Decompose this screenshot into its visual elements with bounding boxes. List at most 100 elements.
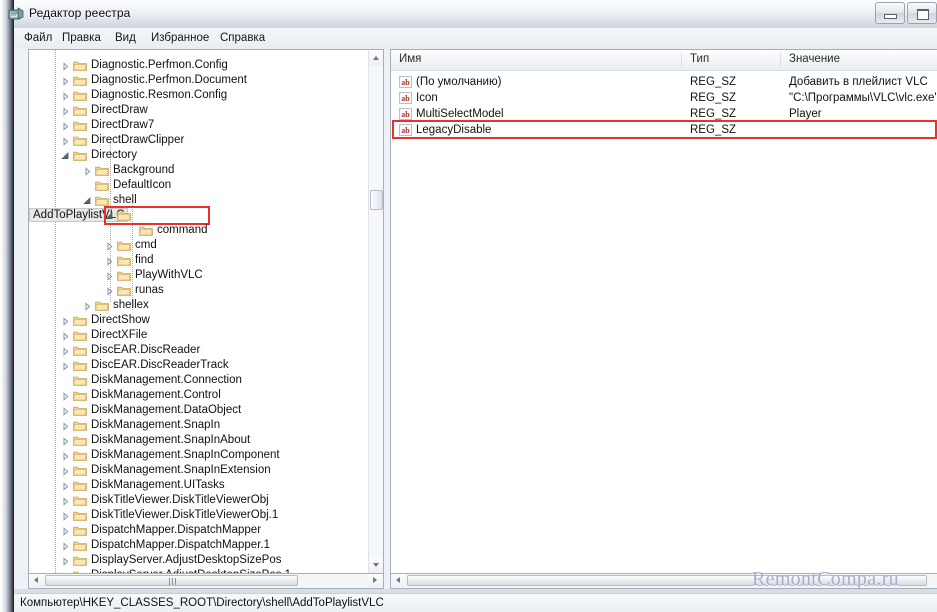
- values-hscroll-left-button[interactable]: [391, 574, 406, 587]
- expand-arrow-icon[interactable]: [61, 436, 70, 446]
- expand-arrow-icon[interactable]: [105, 286, 114, 296]
- minimize-button[interactable]: [875, 2, 905, 24]
- tree-node[interactable]: DirectDraw: [29, 103, 369, 118]
- tree-scroll-down-button[interactable]: [369, 557, 383, 573]
- expand-arrow-icon[interactable]: [61, 511, 70, 521]
- collapse-arrow-icon[interactable]: [105, 211, 114, 220]
- tree-node-label: find: [135, 254, 154, 266]
- tree-node[interactable]: DiskManagement.SnapIn: [29, 418, 369, 433]
- tree-node[interactable]: DiskManagement.DataObject: [29, 403, 369, 418]
- tree-node[interactable]: PlayWithVLC: [29, 268, 369, 283]
- tree-hscroll-right-button[interactable]: [368, 574, 383, 587]
- tree-horizontal-scrollbar[interactable]: [28, 574, 384, 589]
- tree-node[interactable]: shellex: [29, 298, 369, 313]
- value-row[interactable]: ab LegacyDisable REG_SZ: [391, 122, 937, 138]
- menu-item-view[interactable]: Вид: [111, 31, 140, 45]
- expand-arrow-icon[interactable]: [61, 526, 70, 536]
- tree-scroll-up-button[interactable]: [369, 50, 383, 66]
- value-row[interactable]: ab Icon REG_SZ "C:\Программы\VLC\vlc.exe",0: [391, 90, 937, 106]
- expand-arrow-icon[interactable]: [61, 391, 70, 401]
- expand-arrow-icon[interactable]: [83, 166, 92, 176]
- tree-node[interactable]: command: [29, 223, 369, 238]
- menu-item-favorites[interactable]: Избранное: [147, 31, 213, 45]
- folder-icon: [73, 390, 87, 401]
- expand-arrow-icon[interactable]: [61, 466, 70, 476]
- expand-arrow-icon[interactable]: [61, 316, 70, 326]
- expand-arrow-icon[interactable]: [61, 106, 70, 116]
- tree-node[interactable]: DisplayServer.AdjustDesktopSizePos.1: [29, 568, 369, 573]
- column-header-type[interactable]: Тип: [690, 53, 709, 65]
- tree-node[interactable]: DiskManagement.SnapInExtension: [29, 463, 369, 478]
- tree-node[interactable]: DirectDraw7: [29, 118, 369, 133]
- tree-node[interactable]: runas: [29, 283, 369, 298]
- column-separator-2[interactable]: [780, 52, 781, 68]
- folder-icon: [73, 495, 87, 506]
- tree-node[interactable]: DispatchMapper.DispatchMapper: [29, 523, 369, 538]
- registry-key-tree[interactable]: Diagnostic.Perfmon.Config Diagnostic.Perf…: [28, 49, 384, 574]
- expand-arrow-icon[interactable]: [61, 76, 70, 86]
- collapse-arrow-icon[interactable]: [61, 151, 70, 160]
- tree-node[interactable]: Diagnostic.Perfmon.Document: [29, 73, 369, 88]
- tree-hscroll-thumb[interactable]: [45, 575, 298, 586]
- column-header-name[interactable]: Имя: [399, 53, 421, 65]
- registry-values-list[interactable]: Имя Тип Значение ab (По умолчанию) REG_SZ Д…: [390, 49, 937, 574]
- tree-vertical-scrollbar[interactable]: [368, 50, 383, 573]
- tree-node[interactable]: Background: [29, 163, 369, 178]
- expand-arrow-icon[interactable]: [61, 571, 70, 573]
- expand-arrow-icon[interactable]: [61, 496, 70, 506]
- expand-arrow-icon[interactable]: [61, 556, 70, 566]
- tree-node-label: runas: [135, 284, 164, 296]
- expand-arrow-icon[interactable]: [61, 421, 70, 431]
- expand-arrow-icon[interactable]: [61, 61, 70, 71]
- tree-node[interactable]: DiskTitleViewer.DiskTitleViewerObj: [29, 493, 369, 508]
- tree-node[interactable]: cmd: [29, 238, 369, 253]
- expand-arrow-icon[interactable]: [83, 301, 92, 311]
- tree-node[interactable]: AddToPlaylistVLC: [29, 208, 369, 223]
- tree-node[interactable]: Directory: [29, 148, 369, 163]
- tree-node[interactable]: DisplayServer.AdjustDesktopSizePos: [29, 553, 369, 568]
- expand-arrow-icon[interactable]: [61, 451, 70, 461]
- collapse-arrow-icon[interactable]: [83, 196, 92, 205]
- tree-node[interactable]: DiskManagement.UITasks: [29, 478, 369, 493]
- value-row[interactable]: ab MultiSelectModel REG_SZ Player: [391, 106, 937, 122]
- expand-arrow-icon[interactable]: [61, 406, 70, 416]
- value-row[interactable]: ab (По умолчанию) REG_SZ Добавить в плейлис…: [391, 74, 937, 90]
- tree-node[interactable]: DiskManagement.SnapInComponent: [29, 448, 369, 463]
- tree-node[interactable]: DiskTitleViewer.DiskTitleViewerObj.1: [29, 508, 369, 523]
- tree-node[interactable]: DirectShow: [29, 313, 369, 328]
- tree-hscroll-left-button[interactable]: [29, 574, 44, 587]
- tree-node[interactable]: DiscEAR.DiscReaderTrack: [29, 358, 369, 373]
- tree-node[interactable]: DiskManagement.SnapInAbout: [29, 433, 369, 448]
- expand-arrow-icon[interactable]: [61, 481, 70, 491]
- tree-node[interactable]: DiskManagement.Control: [29, 388, 369, 403]
- expand-arrow-icon[interactable]: [105, 241, 114, 251]
- expand-arrow-icon[interactable]: [61, 136, 70, 146]
- tree-node[interactable]: shell: [29, 193, 369, 208]
- tree-node-label: DisplayServer.AdjustDesktopSizePos.1: [91, 568, 291, 573]
- expand-arrow-icon[interactable]: [61, 331, 70, 341]
- expand-arrow-icon[interactable]: [61, 361, 70, 371]
- column-separator-1[interactable]: [681, 52, 682, 68]
- expand-arrow-icon[interactable]: [105, 271, 114, 281]
- menu-item-help[interactable]: Справка: [216, 31, 269, 45]
- tree-node[interactable]: Diagnostic.Perfmon.Config: [29, 58, 369, 73]
- tree-node[interactable]: DirectXFile: [29, 328, 369, 343]
- column-header-value[interactable]: Значение: [789, 53, 840, 65]
- expand-arrow-icon[interactable]: [105, 256, 114, 266]
- expand-arrow-icon[interactable]: [61, 91, 70, 101]
- tree-node[interactable]: DispatchMapper.DispatchMapper.1: [29, 538, 369, 553]
- expand-arrow-icon[interactable]: [61, 541, 70, 551]
- tree-node[interactable]: DiscEAR.DiscReader: [29, 343, 369, 358]
- tree-node[interactable]: find: [29, 253, 369, 268]
- expand-arrow-icon[interactable]: [61, 121, 70, 131]
- tree-node[interactable]: DiskManagement.Connection: [29, 373, 369, 388]
- maximize-button[interactable]: [907, 2, 937, 24]
- tree-node[interactable]: Diagnostic.Resmon.Config: [29, 88, 369, 103]
- tree-node[interactable]: DirectDrawClipper: [29, 133, 369, 148]
- tree-scroll-thumb[interactable]: [370, 190, 383, 210]
- menu-item-edit[interactable]: Правка: [58, 31, 105, 45]
- tree-node-label: DiskTitleViewer.DiskTitleViewerObj.1: [91, 509, 279, 521]
- tree-node[interactable]: DefaultIcon: [29, 178, 369, 193]
- expand-arrow-icon[interactable]: [61, 346, 70, 356]
- menu-item-file[interactable]: Файл: [20, 31, 56, 45]
